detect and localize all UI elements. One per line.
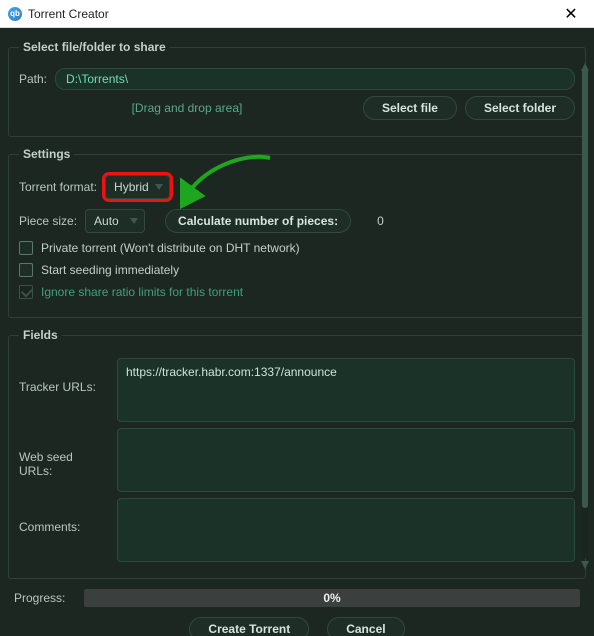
torrent-format-label: Torrent format: xyxy=(19,180,97,194)
close-icon[interactable]: ✕ xyxy=(556,4,586,24)
web-seed-urls-input[interactable] xyxy=(117,428,575,492)
pieces-count: 0 xyxy=(377,214,384,228)
app-icon: qb xyxy=(8,7,22,21)
client-area: Select file/folder to share Path: [Drag … xyxy=(0,28,594,636)
progress-label: Progress: xyxy=(14,591,74,605)
calculate-pieces-button[interactable]: Calculate number of pieces: xyxy=(165,209,351,233)
cancel-button[interactable]: Cancel xyxy=(327,617,404,636)
progress-bar: 0% xyxy=(84,589,580,607)
web-seed-urls-label: Web seed URLs: xyxy=(19,428,109,478)
start-seeding-label: Start seeding immediately xyxy=(41,263,179,277)
window: qb Torrent Creator ✕ Select file/folder … xyxy=(0,0,594,636)
progress-text: 0% xyxy=(323,591,340,605)
select-folder-button[interactable]: Select folder xyxy=(465,96,575,120)
scroll-up-icon[interactable] xyxy=(581,60,589,68)
private-torrent-checkbox[interactable] xyxy=(19,241,33,255)
path-input[interactable] xyxy=(55,68,575,90)
create-torrent-button[interactable]: Create Torrent xyxy=(189,617,309,636)
select-file-button[interactable]: Select file xyxy=(363,96,457,120)
share-legend: Select file/folder to share xyxy=(19,40,170,54)
path-label: Path: xyxy=(19,72,47,86)
private-torrent-label: Private torrent (Won't distribute on DHT… xyxy=(41,241,300,255)
fields-legend: Fields xyxy=(19,328,62,342)
drag-drop-area[interactable]: [Drag and drop area] xyxy=(19,94,355,122)
settings-group: Settings Torrent format: Hybrid Piece si… xyxy=(8,147,586,318)
chevron-down-icon xyxy=(130,218,138,224)
scroll-down-icon[interactable] xyxy=(581,558,589,566)
chevron-down-icon xyxy=(155,184,163,190)
ignore-ratio-label: Ignore share ratio limits for this torre… xyxy=(41,285,243,299)
torrent-format-value: Hybrid xyxy=(114,180,149,194)
piece-size-value: Auto xyxy=(94,214,119,228)
tracker-urls-label: Tracker URLs: xyxy=(19,358,109,394)
fields-group: Fields Tracker URLs: Web seed URLs: Comm… xyxy=(8,328,586,579)
tracker-urls-input[interactable] xyxy=(117,358,575,422)
comments-label: Comments: xyxy=(19,498,109,534)
vertical-scrollbar[interactable] xyxy=(582,68,588,558)
titlebar: qb Torrent Creator ✕ xyxy=(0,0,594,28)
scrollbar-thumb[interactable] xyxy=(582,68,588,508)
piece-size-label: Piece size: xyxy=(19,214,77,228)
share-group: Select file/folder to share Path: [Drag … xyxy=(8,40,586,137)
start-seeding-checkbox[interactable] xyxy=(19,263,33,277)
ignore-ratio-checkbox xyxy=(19,285,33,299)
torrent-format-select[interactable]: Hybrid xyxy=(105,175,170,199)
settings-legend: Settings xyxy=(19,147,74,161)
comments-input[interactable] xyxy=(117,498,575,562)
piece-size-select[interactable]: Auto xyxy=(85,209,145,233)
window-title: Torrent Creator xyxy=(28,7,556,21)
